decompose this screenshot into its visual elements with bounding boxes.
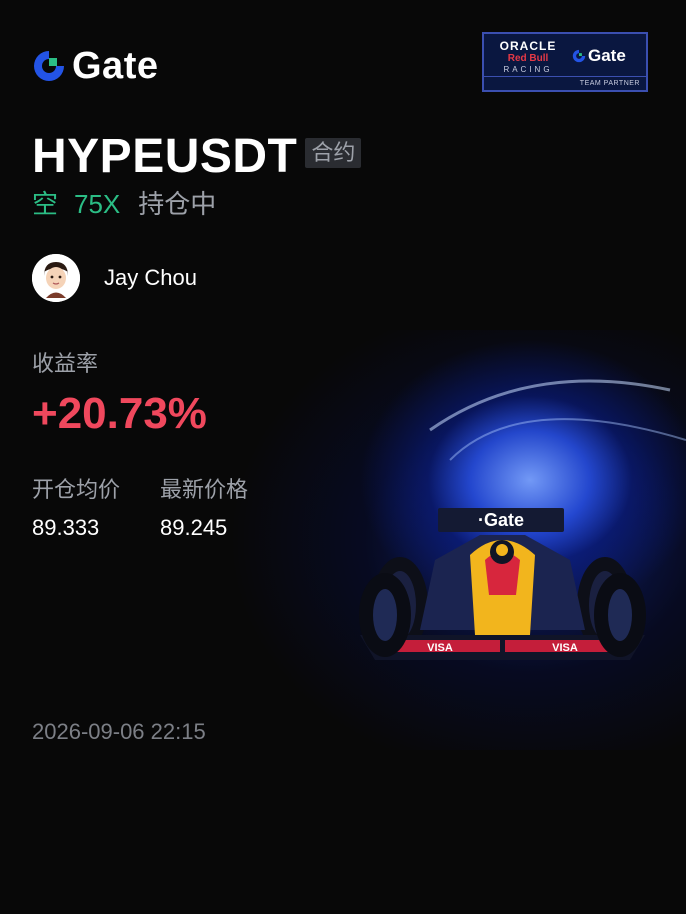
f1-car-artwork: ·Gate VISA VISA — [200, 330, 686, 750]
contract-symbol: HYPEUSDT — [32, 130, 298, 183]
entry-price-block: 开仓均价 89.333 — [32, 476, 120, 542]
contract-type-tag: 合约 — [305, 138, 362, 168]
position-status: 持仓中 — [138, 189, 217, 219]
position-info-row: 空 75X 持仓中 — [32, 188, 216, 220]
gate-logo-icon — [34, 51, 64, 81]
position-leverage: 75X — [74, 189, 121, 219]
partner-gate-icon — [572, 49, 586, 63]
f1-car-illustration: ·Gate VISA VISA — [359, 379, 686, 660]
position-side: 空 — [32, 189, 59, 219]
entry-price-value: 89.333 — [32, 515, 100, 540]
sponsor-right: VISA — [552, 642, 578, 654]
car-livery-text: ·Gate — [478, 510, 524, 530]
roi-label: 收益率 — [32, 351, 99, 376]
partner-racing-text: RACING — [503, 65, 553, 74]
partner-caption: TEAM PARTNER — [579, 80, 640, 87]
latest-price-block: 最新价格 89.245 — [160, 476, 248, 542]
username: Jay Chou — [104, 265, 197, 290]
share-card: ·Gate VISA VISA Gate ORACLE Red Bull RAC… — [0, 0, 686, 914]
contract-title-row: HYPEUSDT 合约 — [32, 130, 362, 183]
roi-value: +20.73% — [32, 389, 207, 438]
partner-redbull-text: Red Bull — [507, 53, 549, 64]
timestamp: 2026-09-06 22:15 — [32, 719, 206, 744]
latest-price-label: 最新价格 — [160, 477, 249, 502]
entry-price-label: 开仓均价 — [32, 477, 121, 502]
partner-oracle-text: ORACLE — [499, 39, 557, 53]
avatar — [32, 254, 80, 302]
gate-logo-text: Gate — [72, 45, 159, 87]
gate-logo: Gate — [32, 46, 158, 86]
sponsor-left: VISA — [427, 642, 453, 654]
latest-price-value: 89.245 — [160, 515, 228, 540]
team-partner-badge: ORACLE Red Bull RACING Gate TEAM PARTNER — [482, 32, 648, 92]
user-avatar-icon — [32, 254, 80, 302]
partner-gate-text: Gate — [588, 46, 626, 65]
